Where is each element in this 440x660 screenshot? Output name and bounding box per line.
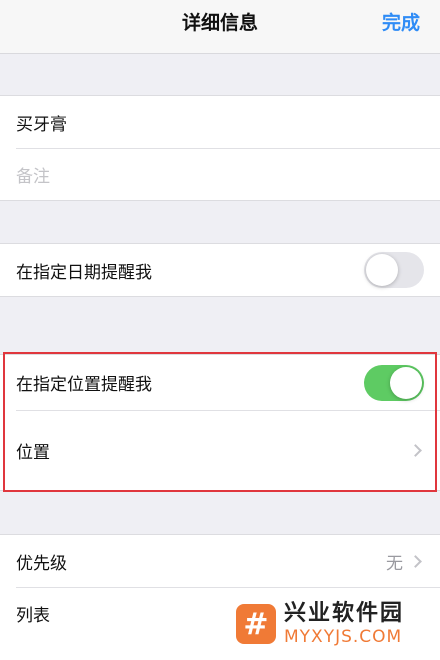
location-reminder-label: 在指定位置提醒我 [16,375,152,395]
priority-label: 优先级 [16,553,67,574]
task-title[interactable]: 买牙膏 [16,110,424,135]
task-group: 买牙膏 备注 [0,95,440,201]
date-reminder-label: 在指定日期提醒我 [16,262,152,283]
chevron-right-icon [409,554,422,568]
task-title-row[interactable]: 买牙膏 [0,96,440,148]
watermark-name: 兴业软件园 [284,601,405,626]
notes-input[interactable]: 备注 [16,162,424,187]
location-reminder-toggle[interactable] [364,364,424,401]
location-row[interactable]: 位置 [0,410,440,490]
toggle-knob [366,254,398,286]
toggle-knob [390,366,422,399]
priority-value: 无 [386,553,403,574]
location-label: 位置 [16,442,50,463]
date-reminder-toggle[interactable] [364,252,424,288]
page-title: 详细信息 [181,12,258,34]
notes-row[interactable]: 备注 [0,148,440,200]
navigation-bar: 详细信息 完成 [0,0,440,54]
priority-row[interactable]: 优先级 无 [0,535,440,587]
watermark-url: MYXYJS.COM [284,627,403,647]
done-button[interactable]: 完成 [382,8,420,35]
watermark-logo-icon: # [236,604,276,644]
watermark: # 兴业软件园 MYXYJS.COM [224,588,440,660]
chevron-right-icon [409,443,422,457]
watermark-text: 兴业软件园 MYXYJS.COM [284,601,404,647]
date-reminder-row[interactable]: 在指定日期提醒我 [0,244,440,296]
date-reminder-group: 在指定日期提醒我 [0,243,440,297]
location-reminder-group: 在指定位置提醒我 位置 [0,354,440,491]
location-reminder-row[interactable]: 在指定位置提醒我 [0,355,440,410]
